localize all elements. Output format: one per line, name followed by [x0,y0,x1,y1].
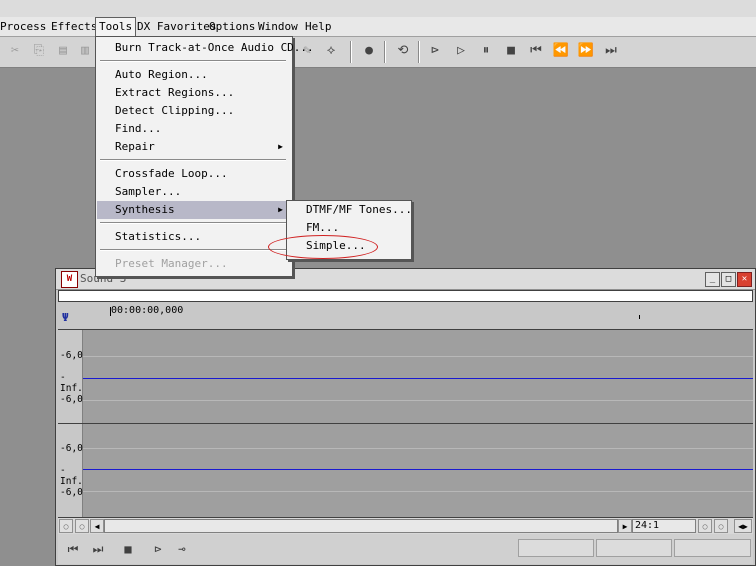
tools-menu: Burn Track-at-Once Audio CD... Auto Regi… [95,36,314,277]
channel-1-baseline [83,378,753,379]
scroll-right-icon[interactable]: ▶ [618,519,632,533]
play-icon[interactable]: ▷ [452,42,470,60]
horizontal-scrollbar: ◯ ◯ ◀ ▶ 24:1 ◯ ◯ ◀▶ [58,517,753,534]
pause-icon[interactable]: ⏸ [477,42,495,60]
go-to-start-icon[interactable]: ⏮ [527,42,545,60]
highlight-annotation-ellipse [268,235,378,259]
submenu-arrow-icon: ▶ [278,142,283,151]
status-field-2 [596,539,672,557]
menu-item-burn-cd[interactable]: Burn Track-at-Once Audio CD... [97,39,314,57]
paste-mix-icon[interactable]: ▥ [76,42,94,60]
window-go-to-start-icon[interactable]: ⏮ [64,540,82,558]
zoom-out-icon[interactable]: ◯ [59,519,73,533]
sound-file-icon: W [61,271,78,288]
menu-item-find[interactable]: Find... [97,120,291,138]
channel-2-waveform[interactable] [83,424,753,517]
scroll-track[interactable] [104,519,618,533]
menu-item-crossfade-loop[interactable]: Crossfade Loop... [97,165,291,183]
menu-options[interactable]: Options [206,17,258,36]
menu-item-detect-clipping[interactable]: Detect Clipping... [97,102,291,120]
level-ruler-icon[interactable]: Ψ [62,309,80,327]
menu-item-statistics[interactable]: Statistics... [97,228,291,246]
menu-item-synthesis[interactable]: Synthesis ▶ [97,201,291,219]
channel-1-scale: -6,0 -Inf. -6,0 [58,330,83,423]
zoom-ratio[interactable]: 24:1 [632,519,696,533]
minimize-icon[interactable]: _ [705,272,720,287]
menu-bar: Process Effects Tools DX Favorites Optio… [0,17,756,37]
menu-tools[interactable]: Tools [95,17,137,37]
zoom-in-icon[interactable]: ◯ [75,519,89,533]
sound-window: W Sound 3 _ □ ✕ Ψ 00:00:00,000 -6,0 -Inf… [55,268,756,566]
window-transport-bar: ⏮ ⏭ ■ ⊳ ⊸ [58,534,753,564]
status-field-1 [518,539,594,557]
maximize-icon[interactable]: □ [721,272,736,287]
loop-icon[interactable]: ⟲ [394,42,412,60]
stop-icon[interactable]: ■ [502,42,520,60]
close-icon[interactable]: ✕ [737,272,752,287]
overview-bar[interactable] [58,290,753,302]
channel-2-scale: -6,0 -Inf. -6,0 [58,424,83,517]
envelope-tool-icon[interactable]: ⟡ [322,42,340,60]
window-scrub-icon[interactable]: ⊸ [173,540,191,558]
menu-effects[interactable]: Effects [48,17,100,36]
menu-item-repair[interactable]: Repair ▶ [97,138,291,156]
channel-2-baseline [83,469,753,470]
window-stop-icon[interactable]: ■ [119,540,137,558]
submenu-arrow-icon: ▶ [278,205,283,214]
timecode-start: 00:00:00,000 [111,305,184,316]
window-play-icon[interactable]: ⊳ [149,540,167,558]
submenu-item-dtmf[interactable]: DTMF/MF Tones... [288,201,412,219]
menu-item-sampler[interactable]: Sampler... [97,183,291,201]
paste-icon[interactable]: ▤ [54,42,72,60]
record-icon[interactable]: ● [360,42,378,60]
scroll-left-icon[interactable]: ◀ [90,519,104,533]
menu-item-preset-manager: Preset Manager... [115,257,228,270]
cut-icon[interactable]: ✂ [6,42,24,60]
copy-icon[interactable]: ⎘ [30,42,48,60]
fast-forward-icon[interactable]: ⏩ [577,42,595,60]
menu-item-auto-region[interactable]: Auto Region... [97,66,291,84]
app-title-strip [0,0,756,18]
zoom-out-time-icon[interactable]: ◯ [698,519,712,533]
menu-item-extract-regions[interactable]: Extract Regions... [97,84,291,102]
submenu-item-fm[interactable]: FM... [288,219,410,237]
menu-window[interactable]: Window [255,17,301,36]
menu-item-synthesis-label: Synthesis [115,203,175,216]
channel-1-waveform[interactable] [83,330,753,423]
status-field-3 [674,539,751,557]
menu-process[interactable]: Process [0,17,49,36]
window-go-to-end-icon[interactable]: ⏭ [89,540,107,558]
go-to-end-icon[interactable]: ⏭ [602,42,620,60]
menu-help[interactable]: Help [302,17,335,36]
menu-item-repair-label: Repair [115,140,155,153]
play-all-icon[interactable]: ⊳ [426,42,444,60]
time-ruler[interactable]: Ψ 00:00:00,000 [58,303,753,330]
rewind-icon[interactable]: ⏪ [552,42,570,60]
zoom-arrows-icon[interactable]: ◀▶ [734,519,752,533]
zoom-in-time-icon[interactable]: ◯ [714,519,728,533]
